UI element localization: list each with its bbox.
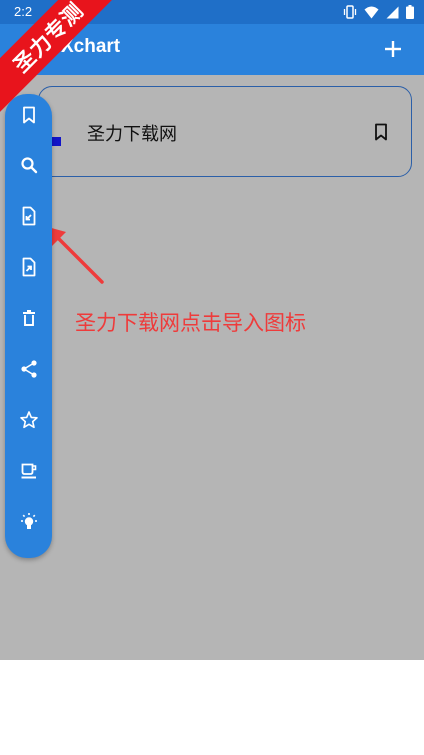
status-icons: [343, 5, 414, 19]
bookmark-icon: [22, 106, 35, 124]
sidebar-favorite-button[interactable]: [5, 403, 52, 437]
trash-icon: [22, 310, 35, 326]
file-import-icon: [22, 206, 35, 226]
annotation-text: 圣力下载网点击导入图标: [75, 311, 306, 335]
bulb-icon: [20, 513, 37, 529]
star-icon: [19, 411, 38, 429]
sidebar-search-button[interactable]: [5, 148, 52, 182]
floating-sidebar: [5, 94, 52, 558]
vibrate-icon: [343, 5, 357, 19]
sidebar-export-button[interactable]: [5, 250, 52, 284]
share-icon: [20, 360, 37, 378]
sidebar-bookmark-button[interactable]: [5, 98, 52, 132]
search-icon: [20, 157, 37, 174]
add-icon: [385, 41, 401, 57]
file-export-icon: [22, 257, 35, 277]
main-content: 圣力下载网: [0, 75, 424, 660]
add-button[interactable]: [376, 32, 410, 66]
chart-card[interactable]: 圣力下载网: [38, 86, 412, 177]
battery-icon: [406, 5, 414, 19]
sidebar-donate-button[interactable]: [5, 454, 52, 488]
sidebar-share-button[interactable]: [5, 352, 52, 386]
signal-icon: [386, 6, 399, 18]
sidebar-import-button[interactable]: [5, 199, 52, 233]
wifi-icon: [364, 6, 379, 18]
status-time: 2:2: [14, 4, 33, 19]
sidebar-tips-button[interactable]: [5, 505, 52, 539]
card-bookmark-icon[interactable]: [373, 123, 389, 141]
chart-card-title: 圣力下载网: [87, 124, 177, 145]
coffee-icon: [21, 463, 36, 479]
sidebar-delete-button[interactable]: [5, 301, 52, 335]
